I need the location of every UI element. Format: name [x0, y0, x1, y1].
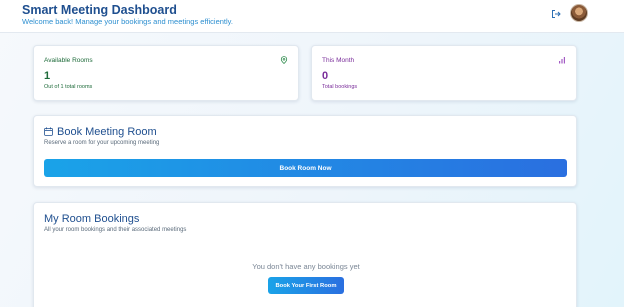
- bar-chart-icon: [559, 57, 565, 64]
- stat-note: Total bookings: [322, 84, 358, 90]
- section-description: All your room bookings and their associa…: [44, 227, 187, 233]
- app-title: Smart Meeting Dashboard: [22, 3, 177, 17]
- calendar-icon: [44, 127, 53, 136]
- stat-label: This Month: [322, 57, 355, 64]
- empty-state-text: You don't have any bookings yet: [252, 262, 360, 271]
- stat-value: 1: [44, 70, 51, 82]
- section-title: My Room Bookings: [44, 213, 140, 225]
- book-meeting-card: Book Meeting Room Reserve a room for you…: [33, 115, 577, 187]
- avatar[interactable]: [570, 4, 588, 22]
- book-room-now-button[interactable]: Book Room Now: [44, 159, 567, 177]
- my-bookings-card: My Room Bookings All your room bookings …: [33, 202, 577, 307]
- book-first-room-button[interactable]: Book Your First Room: [268, 277, 344, 294]
- stat-value: 0: [322, 70, 329, 82]
- location-pin-icon: [280, 56, 288, 64]
- section-description: Reserve a room for your upcoming meeting: [44, 140, 160, 146]
- stat-note: Out of 1 total rooms: [44, 84, 93, 90]
- stat-label: Available Rooms: [44, 57, 93, 64]
- available-rooms-card: Available Rooms 1 Out of 1 total rooms: [33, 45, 299, 101]
- logout-icon[interactable]: [551, 9, 561, 19]
- section-title: Book Meeting Room: [57, 126, 157, 138]
- this-month-card: This Month 0 Total bookings: [311, 45, 577, 101]
- app-header: Smart Meeting Dashboard Welcome back! Ma…: [0, 0, 624, 33]
- app-subtitle: Welcome back! Manage your bookings and m…: [22, 17, 233, 26]
